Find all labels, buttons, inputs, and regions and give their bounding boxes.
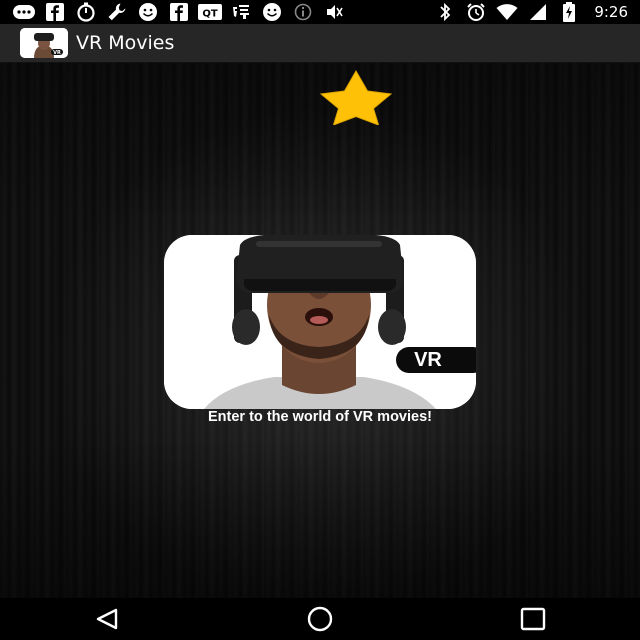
battery-charging-icon: [557, 0, 581, 24]
app-title: VR Movies: [76, 32, 175, 54]
welcome-caption: Enter to the world of VR movies!: [208, 409, 432, 425]
app-logo: VR: [20, 28, 68, 58]
smiley-icon: [136, 0, 160, 24]
system-icons: 9:26: [433, 0, 640, 24]
home-button[interactable]: [290, 598, 350, 640]
star-icon: [319, 69, 393, 125]
taobao-icon: [229, 0, 253, 24]
facebook-icon: [167, 0, 191, 24]
app-bar: VR VR Movies: [0, 24, 640, 63]
alarm-icon: [464, 0, 488, 24]
bluetooth-icon: [433, 0, 457, 24]
recents-button[interactable]: [503, 598, 563, 640]
wifi-icon: [495, 0, 519, 24]
qt-label: QT: [202, 9, 218, 20]
chat-bubble-icon: [12, 0, 36, 24]
screen: QT 9:26 VR VR Movies VR Enter to the wor…: [0, 0, 640, 640]
rate-star-button[interactable]: [300, 69, 412, 125]
vr-hero-image[interactable]: VR: [164, 235, 476, 409]
qt-icon: QT: [198, 0, 222, 24]
recents-icon: [521, 607, 546, 631]
status-bar: QT 9:26: [0, 0, 640, 24]
main-content: VR Enter to the world of VR movies!: [0, 63, 640, 598]
smiley-icon: [260, 0, 284, 24]
info-icon: [291, 0, 315, 24]
status-time: 9:26: [594, 3, 628, 21]
mute-icon: [322, 0, 346, 24]
signal-icon: [526, 0, 550, 24]
back-button[interactable]: [77, 598, 137, 640]
timer-icon: [74, 0, 98, 24]
facebook-icon: [43, 0, 67, 24]
logo-badge-label: VR: [53, 50, 61, 56]
notification-icons: QT: [0, 0, 353, 24]
hero-badge-label: VR: [414, 349, 442, 371]
home-icon: [307, 606, 333, 632]
back-icon: [96, 608, 117, 630]
navigation-bar: [0, 598, 640, 640]
wrench-icon: [105, 0, 129, 24]
